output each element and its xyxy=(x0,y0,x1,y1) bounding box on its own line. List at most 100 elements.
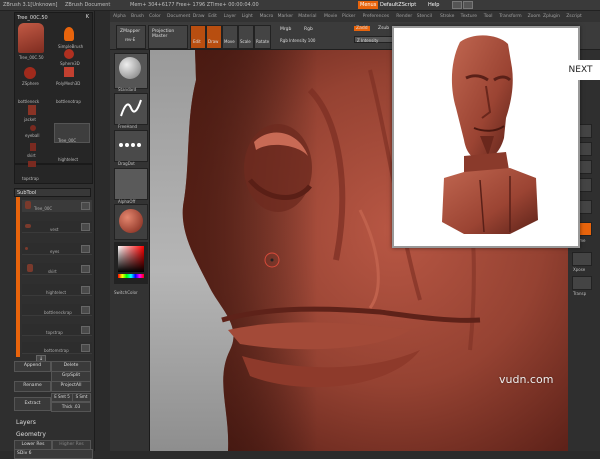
rgb-intensity-slider[interactable]: Rgb Intensity 100 xyxy=(280,38,315,43)
sdiv-label: SDiv 6 xyxy=(17,451,32,456)
subtool-name: topstrap xyxy=(46,330,63,335)
thick-slider[interactable]: Thick .03 xyxy=(51,402,91,412)
menu-item[interactable]: Picker xyxy=(342,14,355,19)
menu-item[interactable]: Tool xyxy=(484,14,493,19)
subtool-row[interactable]: hightelect xyxy=(22,284,92,296)
default-zscript-button[interactable]: DefaultZScript xyxy=(380,2,416,8)
transp-button[interactable] xyxy=(572,276,592,290)
menu-item[interactable]: Marker xyxy=(278,14,294,19)
move-button[interactable]: Move xyxy=(222,25,238,49)
menu-item[interactable]: Render xyxy=(396,14,412,19)
eye-icon[interactable] xyxy=(81,306,90,314)
zadd-button[interactable]: Zadd xyxy=(354,26,370,31)
color-gradient[interactable] xyxy=(118,246,144,272)
stroke-button[interactable] xyxy=(114,93,148,125)
mrgb-button[interactable]: Mrgb xyxy=(280,27,291,32)
z-intensity-slider[interactable]: Z Intensity xyxy=(354,36,396,43)
topstrap-icon[interactable] xyxy=(28,161,36,167)
eye-icon[interactable] xyxy=(81,202,90,210)
material-sphere-icon xyxy=(119,209,143,233)
switchcolor-button[interactable]: SwitchColor xyxy=(114,290,138,296)
zmapper-button[interactable]: ZMapper rev-E xyxy=(116,25,146,49)
subtool-row[interactable]: skirt xyxy=(22,263,92,275)
rotate-button[interactable]: Rotate xyxy=(254,25,271,49)
brush-strip: Standard FreeHand DragDot AlphaOff Switc… xyxy=(110,50,150,451)
menu-item[interactable]: Light xyxy=(242,14,253,19)
subtool-thumb xyxy=(25,247,28,250)
next-button[interactable]: NEXT xyxy=(561,60,600,80)
menu-item[interactable]: Material xyxy=(298,14,316,19)
help-button[interactable]: Help xyxy=(428,2,439,8)
material-button[interactable] xyxy=(114,204,148,240)
subtool-row[interactable]: bottomstrap xyxy=(22,342,92,354)
s-smt-slider[interactable]: S Smt xyxy=(72,393,91,402)
simplebrush-icon[interactable] xyxy=(64,27,74,41)
menu-item[interactable]: Zoom xyxy=(528,14,541,19)
rgb-button[interactable]: Rgb xyxy=(304,27,313,32)
menu-item[interactable]: Texture xyxy=(461,14,477,19)
sphere3d-icon[interactable] xyxy=(64,49,74,59)
menu-item[interactable]: Zscript xyxy=(566,14,582,19)
watermark: vudn.com xyxy=(499,373,554,386)
menu-item[interactable]: Draw xyxy=(193,14,205,19)
eye-icon[interactable] xyxy=(81,265,90,273)
geometry-header[interactable]: Geometry xyxy=(16,431,46,438)
tool-label: Tree_00C xyxy=(58,138,77,143)
color-picker[interactable] xyxy=(114,242,148,284)
subtool-row[interactable]: bottleneckrap xyxy=(22,304,92,316)
polymesh3d-icon[interactable] xyxy=(64,67,74,77)
menu-item[interactable]: Zplugin xyxy=(543,14,560,19)
minimize-icon[interactable] xyxy=(452,1,462,9)
subtool-row[interactable]: Tree_00C xyxy=(22,200,92,212)
subtool-header-bar[interactable]: SubTool xyxy=(14,188,91,197)
menu-item[interactable]: Color xyxy=(149,14,161,19)
eye-icon[interactable] xyxy=(81,245,90,253)
subtool-row[interactable]: vest xyxy=(22,221,92,233)
subtool-scrollbar[interactable] xyxy=(16,197,20,357)
eye-icon[interactable] xyxy=(81,326,90,334)
alpha-button[interactable] xyxy=(114,168,148,200)
xpose-button[interactable] xyxy=(572,252,592,266)
zsphere-icon[interactable] xyxy=(24,67,36,79)
skirt-icon[interactable] xyxy=(30,143,36,151)
subtool-row[interactable]: eyes xyxy=(22,243,92,255)
layers-header[interactable]: Layers xyxy=(16,419,36,426)
menu-item[interactable]: Layer xyxy=(224,14,237,19)
draw-button[interactable]: Draw xyxy=(206,25,222,49)
menu-item[interactable]: Alpha xyxy=(113,14,126,19)
tool-label[interactable]: bottleneck xyxy=(18,99,39,104)
edit-button[interactable]: Edit xyxy=(190,25,206,49)
eyeball-icon[interactable] xyxy=(30,125,36,131)
extract-button[interactable]: Extract xyxy=(14,397,51,411)
tool-label[interactable]: bottlenotrap xyxy=(56,99,81,104)
eye-icon[interactable] xyxy=(81,286,90,294)
dragdot-button[interactable] xyxy=(114,130,148,162)
subtool-thumb xyxy=(25,201,31,209)
subtool-row[interactable]: topstrap xyxy=(22,324,92,336)
menu-item[interactable]: Stroke xyxy=(440,14,454,19)
menu-item[interactable]: Preferences xyxy=(363,14,389,19)
scale-button[interactable]: Scale xyxy=(238,25,254,49)
menus-button[interactable]: Menus xyxy=(358,1,379,9)
eye-icon[interactable] xyxy=(81,223,90,231)
menu-item[interactable]: Document xyxy=(167,14,190,19)
append-button[interactable]: Append xyxy=(14,361,51,372)
rename-button[interactable]: Rename xyxy=(14,381,51,392)
hue-bar[interactable] xyxy=(118,274,144,278)
close-icon[interactable]: K xyxy=(86,14,89,20)
e-smt-slider[interactable]: E Smt 5 xyxy=(51,393,73,402)
menu-item[interactable]: Stencil xyxy=(417,14,432,19)
tool-thumb-active[interactable] xyxy=(18,23,44,53)
projection-master-button[interactable]: Projection Master xyxy=(148,25,188,49)
menu-item[interactable]: Brush xyxy=(131,14,144,19)
menu-item[interactable]: Edit xyxy=(208,14,217,19)
eye-icon[interactable] xyxy=(81,344,90,352)
jacket-icon[interactable] xyxy=(28,105,36,115)
zsub-button[interactable]: Zsub xyxy=(378,26,389,31)
menu-item[interactable]: Movie xyxy=(324,14,337,19)
maximize-icon[interactable] xyxy=(463,1,473,9)
projectall-button[interactable]: ProjectAll xyxy=(51,381,91,392)
menu-item[interactable]: Macro xyxy=(260,14,274,19)
standard-brush-button[interactable] xyxy=(114,53,148,89)
menu-item[interactable]: Transform xyxy=(499,14,521,19)
